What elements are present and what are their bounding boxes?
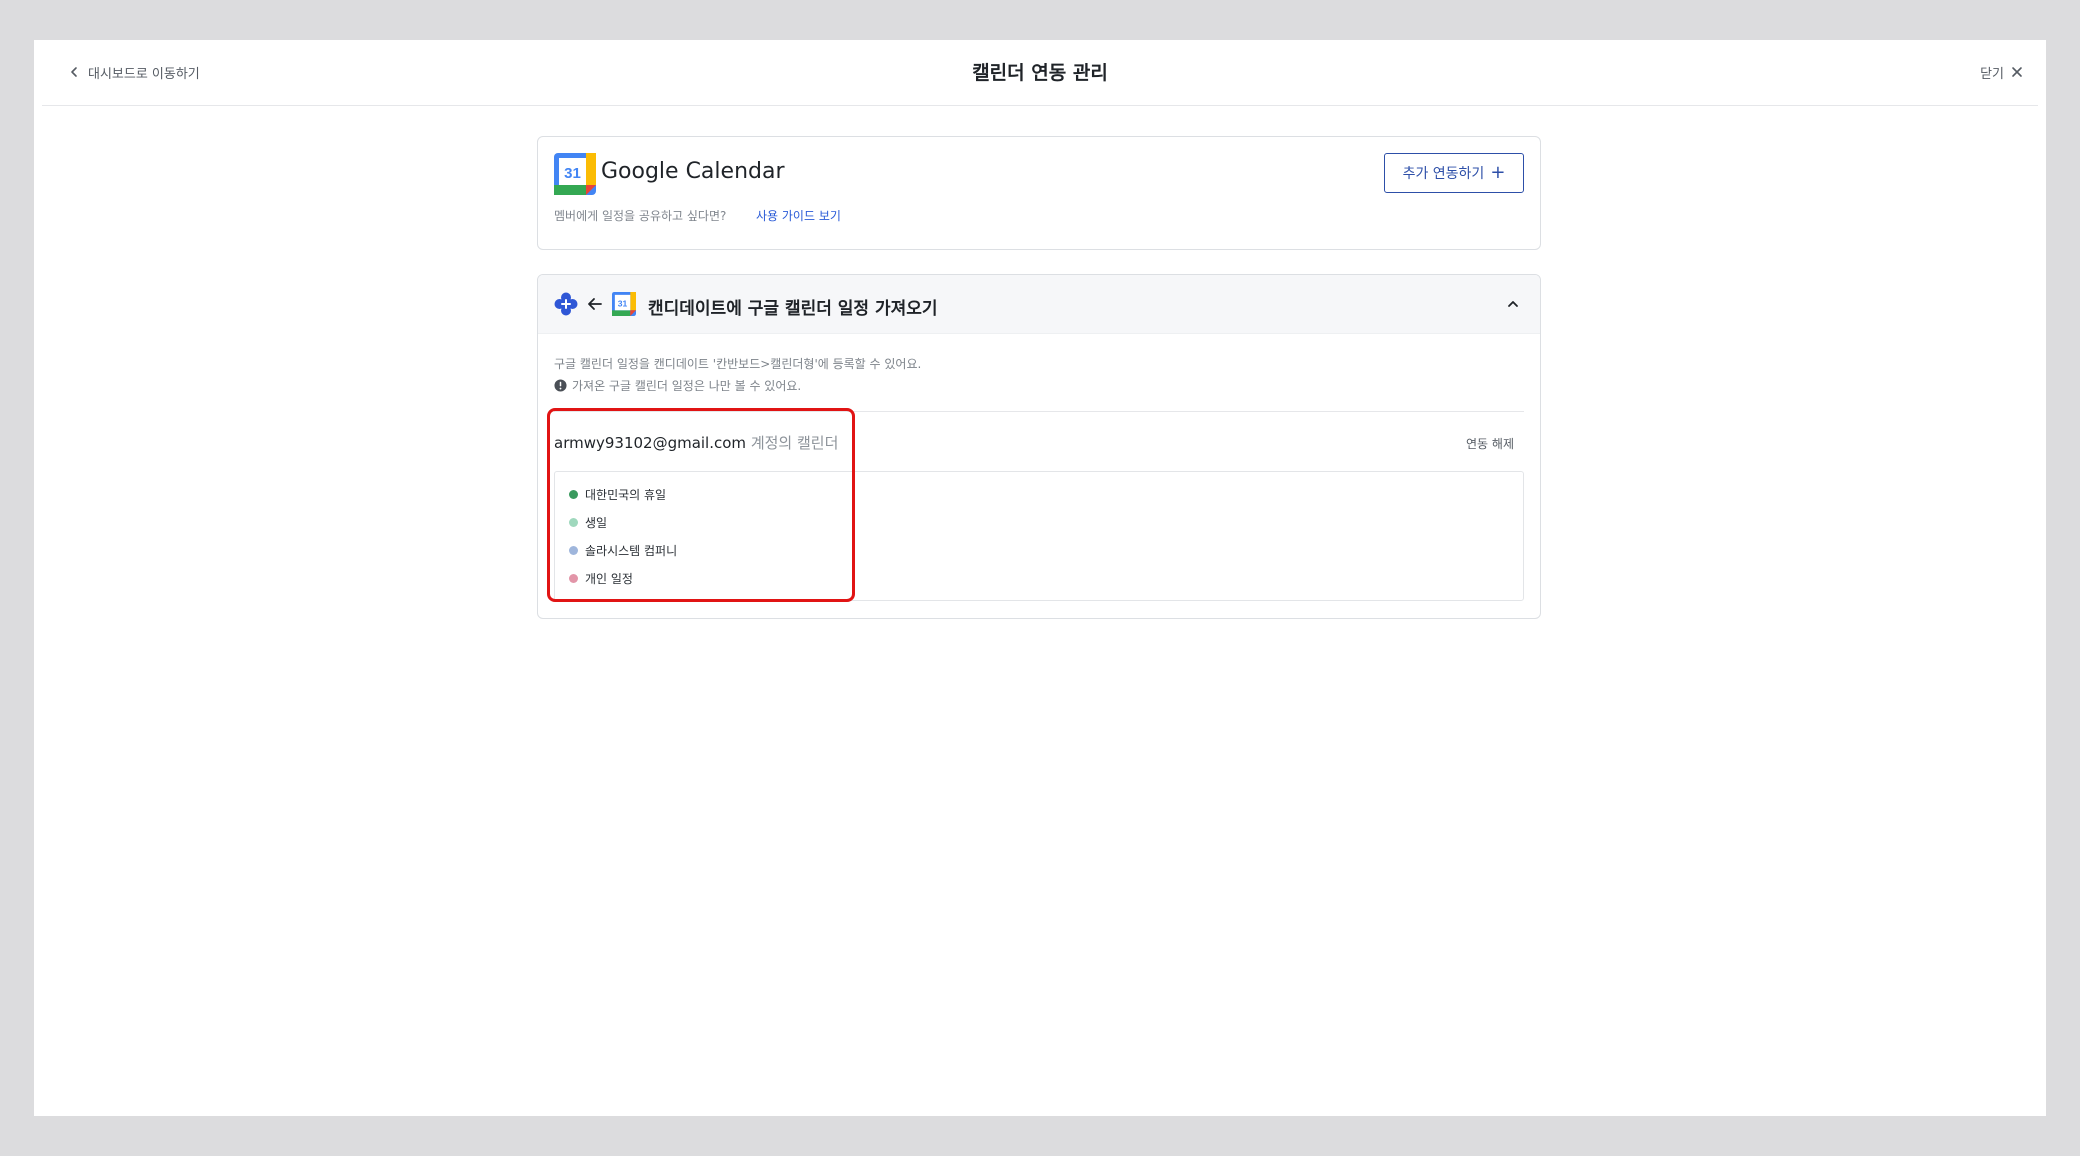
calendar-name: 솔라시스템 컴퍼니 [585,544,678,558]
calendar-color-dot [569,518,578,527]
calendar-color-dot [569,490,578,499]
unlink-button[interactable]: 연동 해제 [1466,435,1514,452]
google-calendar-card: 31 Google Calendar 멤버에게 일정을 공유하고 싶다면? 사용… [537,136,1541,250]
calendar-list: 대한민국의 휴일 생일 솔라시스템 컴퍼니 개인 일정 [554,471,1524,601]
calendar-list-item: 솔라시스템 컴퍼니 [569,542,677,559]
close-icon [2012,67,2022,77]
calendar-color-dot [569,574,578,583]
divider [554,411,1524,412]
add-integration-button[interactable]: 추가 연동하기 + [1384,153,1524,193]
calendar-list-item: 개인 일정 [569,570,633,587]
close-button[interactable]: 닫기 [1980,62,2024,82]
privacy-notice: 가져온 구글 캘린더 일정은 나만 볼 수 있어요. [554,377,801,394]
import-calendar-section: 31 캔디데이트에 구글 캘린더 일정 가져오기 구글 캘린더 일정을 캔디데이… [537,274,1541,619]
google-calendar-small-icon: 31 [612,292,636,316]
small-logo-number: 31 [618,298,628,308]
section-header[interactable]: 31 캔디데이트에 구글 캘린더 일정 가져오기 [538,275,1540,334]
top-bar: 대시보드로 이동하기 캘린더 연동 관리 닫기 [42,40,2038,106]
candidate-logo-icon [554,292,578,316]
integration-direction-icons: 31 [554,292,636,316]
calendar-name: 개인 일정 [585,572,633,586]
close-label: 닫기 [1980,66,2004,82]
arrow-left-icon [588,298,602,310]
account-label: armwy93102@gmail.com 계정의 캘린더 [554,432,838,453]
privacy-notice-text: 가져온 구글 캘린더 일정은 나만 볼 수 있어요. [572,379,802,393]
info-icon [554,379,567,392]
account-email: armwy93102@gmail.com [554,434,747,452]
google-calendar-title: Google Calendar [601,159,785,184]
plus-icon: + [1490,162,1506,183]
usage-guide-link[interactable]: 사용 가이드 보기 [756,207,841,224]
section-title: 캔디데이트에 구글 캘린더 일정 가져오기 [648,299,938,319]
chevron-up-icon[interactable] [1506,297,1520,311]
calendar-name: 대한민국의 휴일 [585,488,667,502]
calendar-list-item: 생일 [569,514,607,531]
logo-number: 31 [564,165,581,182]
google-calendar-logo-icon: 31 [554,153,596,195]
section-description: 구글 캘린더 일정을 캔디데이트 '칸반보드>캘린더형'에 등록할 수 있어요. [554,357,922,371]
calendar-color-dot [569,546,578,555]
calendar-name: 생일 [585,516,608,530]
page-title: 캘린더 연동 관리 [972,62,1108,84]
share-hint-text: 멤버에게 일정을 공유하고 싶다면? [554,209,727,223]
calendar-list-item: 대한민국의 휴일 [569,486,666,503]
account-suffix: 계정의 캘린더 [750,434,839,452]
add-integration-label: 추가 연동하기 [1402,166,1485,182]
